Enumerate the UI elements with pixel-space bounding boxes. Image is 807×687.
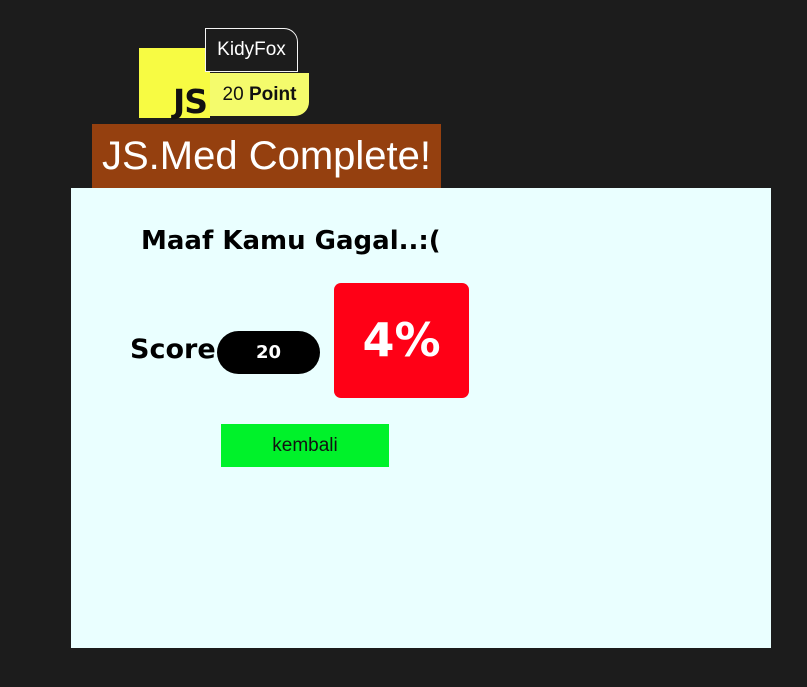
points-value: 20 xyxy=(222,84,244,105)
score-label: Score xyxy=(130,334,216,365)
page: JS KidyFox 20 Point JS.Med Complete! Maa… xyxy=(0,0,807,687)
result-message: Maaf Kamu Gagal..:( xyxy=(141,226,441,256)
points-badge: 20 Point xyxy=(210,73,309,116)
page-title: JS.Med Complete! xyxy=(92,124,441,188)
points-label: Point xyxy=(248,84,297,105)
back-button[interactable]: kembali xyxy=(221,424,389,467)
result-panel: Maaf Kamu Gagal..:( Score 20 4% kembali xyxy=(71,188,771,648)
username-badge: KidyFox xyxy=(205,28,298,72)
js-logo: JS xyxy=(139,48,210,118)
score-value: 20 xyxy=(217,331,320,374)
logo-text: JS xyxy=(172,82,208,121)
percent-badge: 4% xyxy=(334,283,469,398)
